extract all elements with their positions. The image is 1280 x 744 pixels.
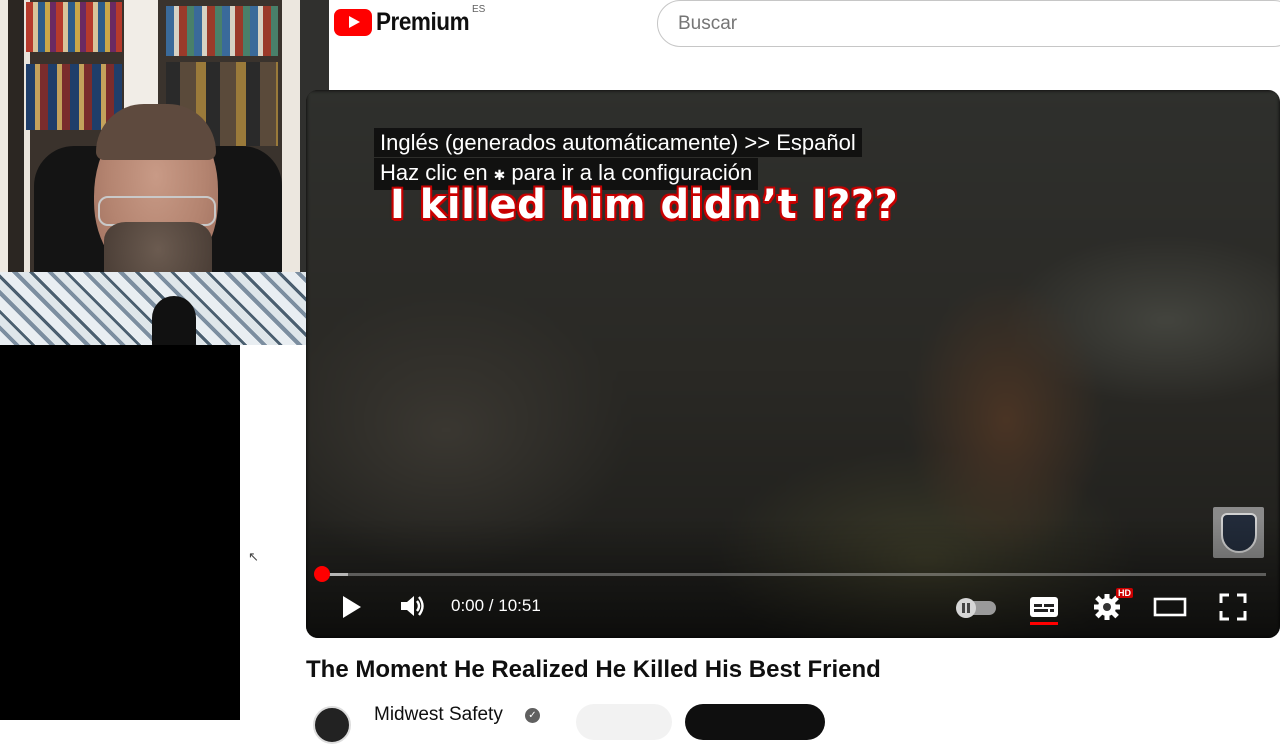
controls-gradient (306, 518, 1280, 638)
subtitles-icon (1030, 597, 1058, 625)
theater-mode-icon (1153, 597, 1187, 617)
progress-bar[interactable] (320, 573, 1266, 576)
mouse-cursor-icon: ↖ (248, 549, 259, 564)
theater-mode-button[interactable] (1153, 596, 1187, 623)
subtitles-button[interactable] (1028, 595, 1060, 632)
progress-scrubber[interactable] (314, 566, 330, 582)
subscribe-button[interactable] (685, 704, 825, 740)
books-row (166, 6, 278, 56)
autoplay-toggle[interactable] (954, 596, 998, 625)
fullscreen-icon (1219, 593, 1247, 621)
play-icon (343, 596, 361, 618)
fullscreen-button[interactable] (1219, 593, 1247, 626)
logo-text: Premium (376, 8, 470, 36)
microphone (152, 296, 196, 345)
youtube-premium-logo[interactable]: Premium (334, 8, 479, 37)
channel-avatar[interactable] (313, 706, 351, 744)
join-button[interactable] (576, 704, 672, 740)
volume-icon (401, 596, 424, 616)
search-placeholder: Buscar (678, 13, 738, 34)
country-code: ES (472, 4, 486, 15)
verified-check-icon: ✓ (525, 708, 540, 723)
gear-icon: ✱ (493, 167, 506, 183)
caption-line-1: Inglés (generados automáticamente) >> Es… (374, 128, 862, 157)
time-display: 0:00 / 10:51 (451, 596, 541, 615)
search-input[interactable]: Buscar (657, 0, 1280, 47)
black-region (0, 345, 240, 720)
hd-badge: HD (1116, 588, 1133, 598)
settings-button[interactable]: HD (1092, 588, 1133, 627)
youtube-play-icon (334, 9, 372, 36)
webcam-overlay (0, 0, 329, 345)
channel-name[interactable]: Midwest Safety (374, 704, 503, 726)
autoplay-toggle-icon (956, 598, 996, 618)
video-player[interactable]: Inglés (generados automáticamente) >> Es… (306, 90, 1280, 638)
volume-button[interactable] (398, 592, 426, 625)
burned-in-subtitle: I killed him didn’t I??? (390, 182, 899, 228)
video-title: The Moment He Realized He Killed His Bes… (306, 656, 881, 683)
books-row (26, 2, 122, 52)
play-button[interactable] (340, 594, 364, 625)
